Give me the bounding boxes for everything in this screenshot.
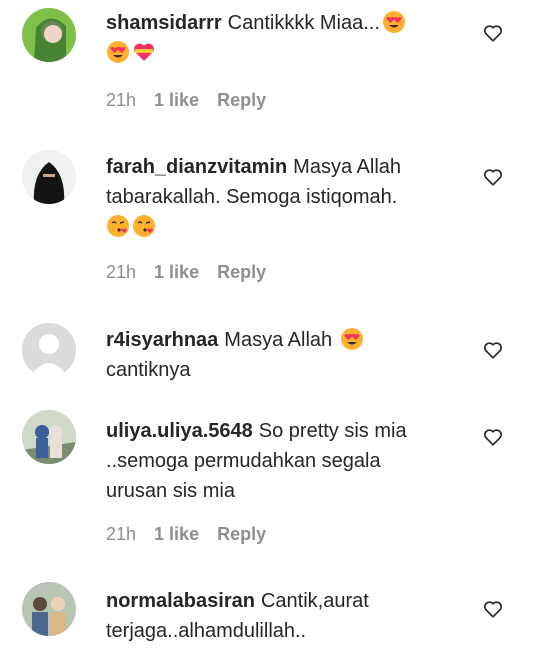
comment-time: 21h <box>106 524 137 544</box>
comment-text: uliya.uliya.5648 So pretty sis mia ..semo… <box>106 416 446 506</box>
kissing-heart-emoji <box>106 214 130 238</box>
comment-time: 21h <box>106 90 137 110</box>
heart-outline-icon[interactable] <box>482 426 504 448</box>
comment-meta: 21h 1 like Reply <box>106 90 284 111</box>
kissing-heart-emoji <box>132 214 156 238</box>
avatar[interactable] <box>22 150 76 204</box>
comment-meta: 21h 1 like Reply <box>106 262 284 283</box>
heart-eyes-emoji <box>340 327 364 351</box>
comment-body: Masya Allah <box>224 329 333 351</box>
comment-text: normalabasiran Cantik,aurat terjaga..alha… <box>106 586 426 646</box>
avatar[interactable] <box>22 582 76 636</box>
comment-username[interactable]: farah_dianzvitamin <box>106 156 287 178</box>
avatar[interactable] <box>22 8 76 62</box>
comment-username[interactable]: normalabasiran <box>106 590 255 612</box>
likes-count[interactable]: 1 like <box>154 524 199 544</box>
heart-outline-icon[interactable] <box>482 339 504 361</box>
comment-time: 21h <box>106 262 137 282</box>
heart-outline-icon[interactable] <box>482 166 504 188</box>
avatar[interactable] <box>22 323 76 377</box>
heart-outline-icon[interactable] <box>482 22 504 44</box>
likes-count[interactable]: 1 like <box>154 90 199 110</box>
reply-button[interactable]: Reply <box>217 90 266 110</box>
comment-username[interactable]: uliya.uliya.5648 <box>106 420 253 442</box>
comment-text: shamsidarrr Cantikkkk Miaa... <box>106 8 446 68</box>
avatar[interactable] <box>22 410 76 464</box>
reply-button[interactable]: Reply <box>217 524 266 544</box>
comment-username[interactable]: shamsidarrr <box>106 12 222 34</box>
heart-outline-icon[interactable] <box>482 598 504 620</box>
heart-ribbon-emoji <box>132 40 156 64</box>
comment-body: Cantikkkk Miaa... <box>227 12 380 34</box>
likes-count[interactable]: 1 like <box>154 262 199 282</box>
comment-text: farah_dianzvitamin Masya Allah tabarakall… <box>106 152 446 242</box>
comment-username[interactable]: r4isyarhnaa <box>106 329 218 351</box>
comment-text: r4isyarhnaa Masya Allah cantiknya <box>106 325 446 385</box>
comment-meta: 21h 1 like Reply <box>106 524 284 545</box>
heart-eyes-emoji <box>106 40 130 64</box>
heart-eyes-emoji <box>382 10 406 34</box>
comment-body-continued: cantiknya <box>106 359 191 381</box>
reply-button[interactable]: Reply <box>217 262 266 282</box>
